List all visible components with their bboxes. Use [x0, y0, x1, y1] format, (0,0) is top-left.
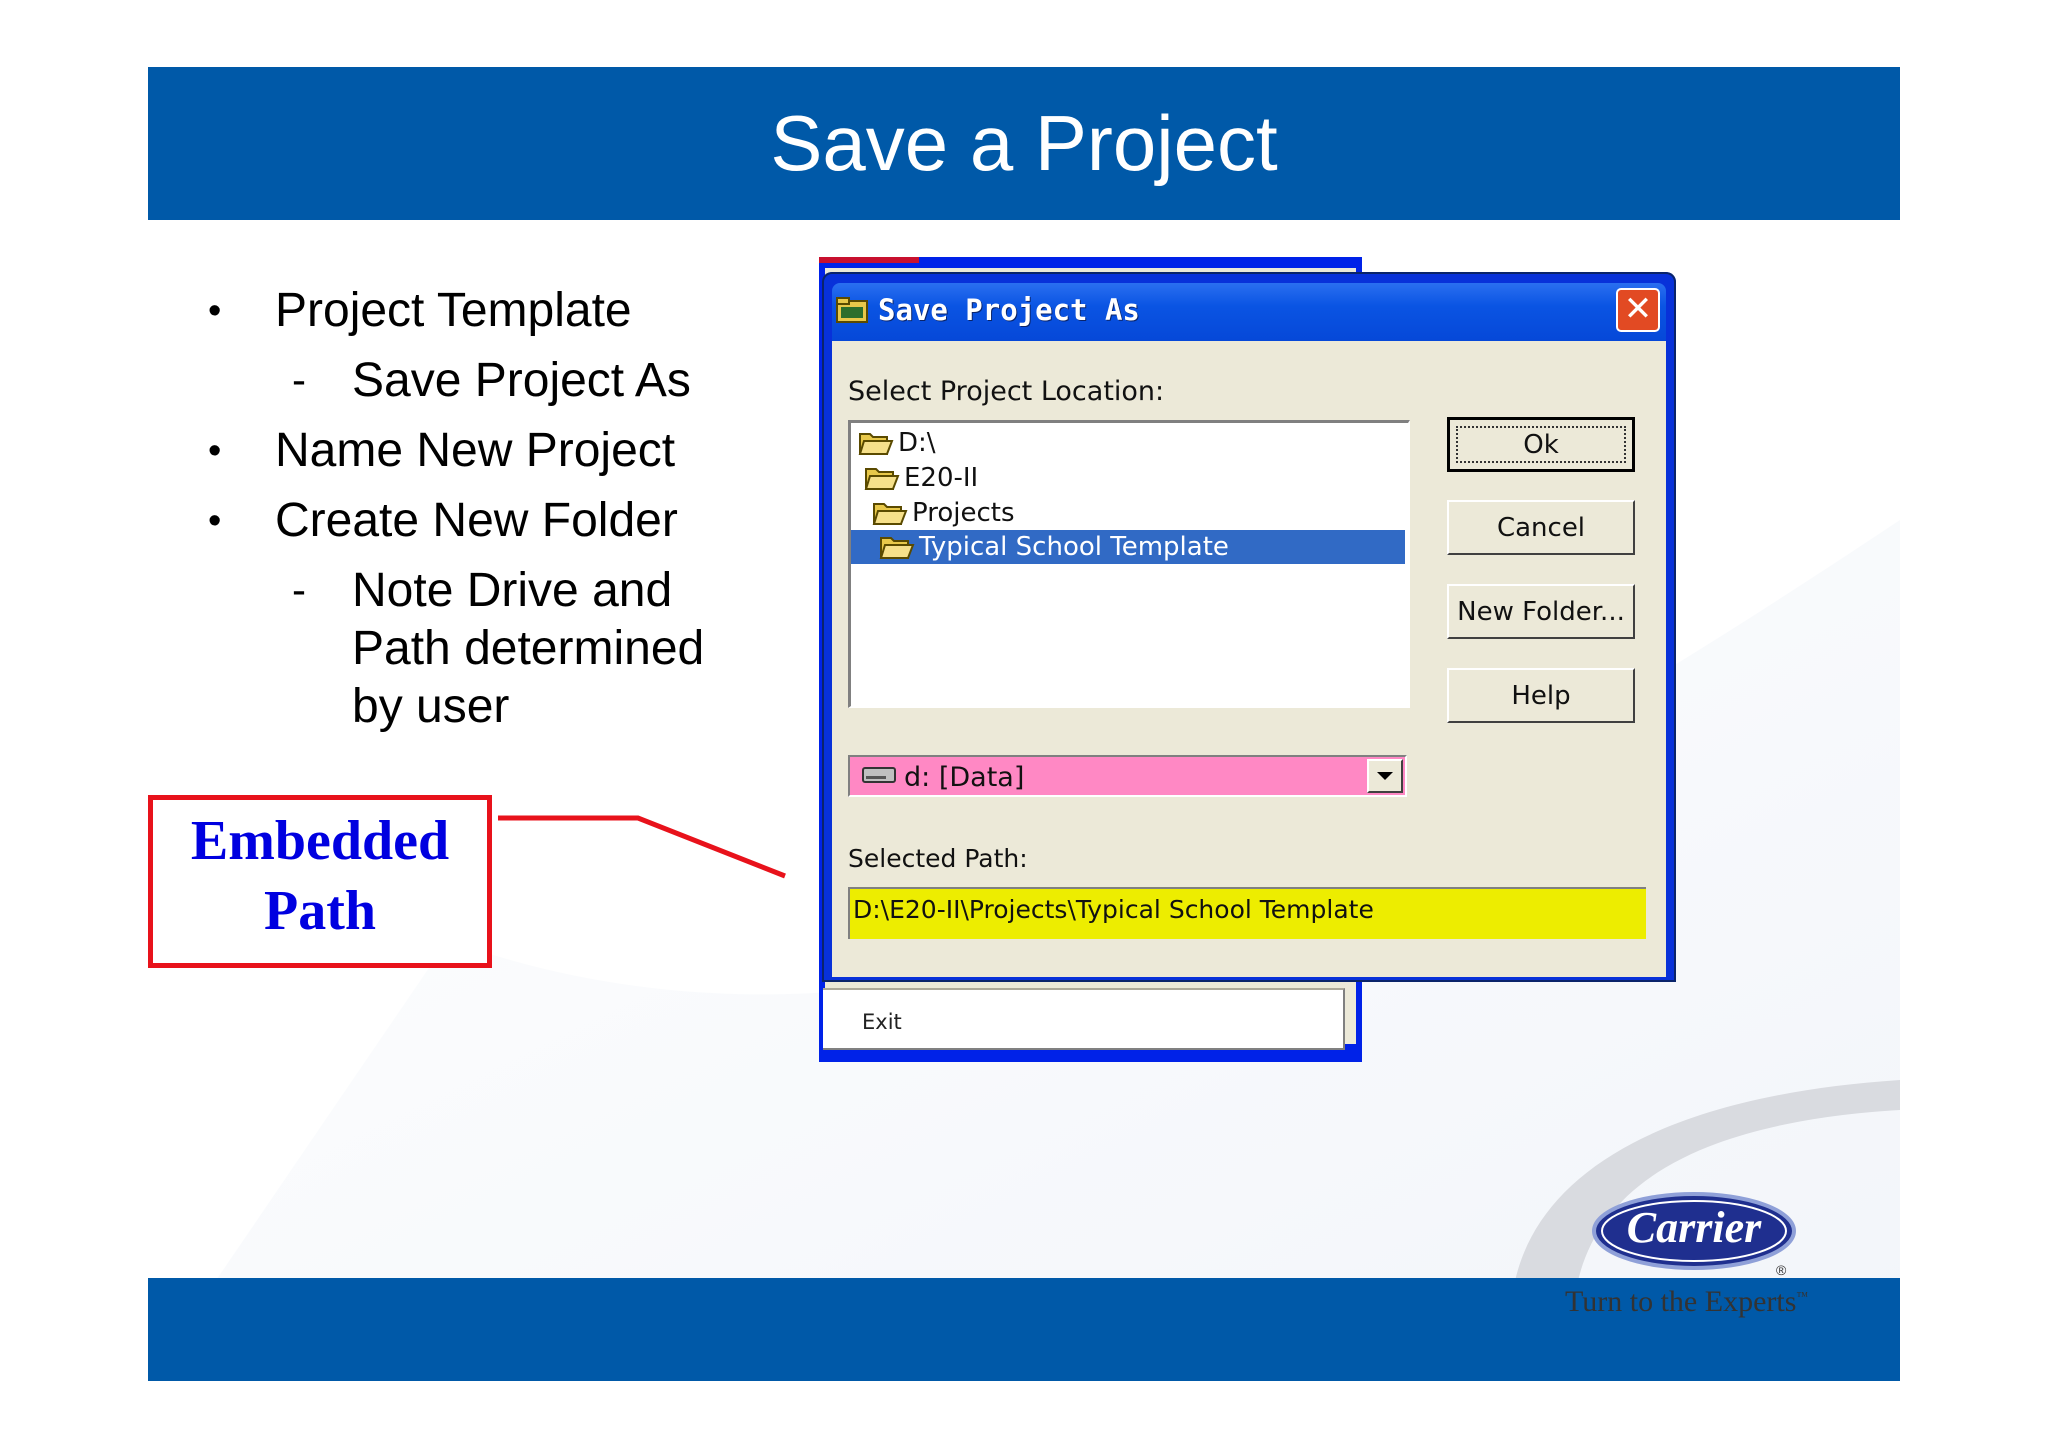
ok-button[interactable]: Ok — [1447, 417, 1635, 472]
cancel-button[interactable]: Cancel — [1447, 500, 1635, 555]
bullet-name-new-project: Name New Project — [275, 424, 676, 477]
callout-connector-line — [498, 815, 786, 879]
close-button[interactable]: ✕ — [1616, 288, 1660, 332]
open-folder-icon — [858, 433, 894, 455]
ok-focus-rect: Ok — [1456, 426, 1626, 463]
cancel-label: Cancel — [1496, 512, 1586, 543]
close-icon: ✕ — [1623, 289, 1653, 329]
tree-item-label: D:\ — [898, 428, 936, 458]
menu-item-exit[interactable]: Exit — [862, 1010, 902, 1034]
bullet-dash: - — [292, 356, 306, 403]
folder-icon — [836, 297, 868, 323]
bullet-dot: • — [208, 290, 222, 332]
tree-item-label: Typical School Template — [919, 532, 1229, 562]
background-window-accent — [819, 257, 919, 263]
tree-item-label: Projects — [912, 498, 1015, 528]
bullet-create-new-folder: Create New Folder — [275, 494, 678, 547]
bullet-note-line-1: Note Drive and — [352, 564, 673, 617]
new-folder-label: New Folder... — [1457, 596, 1625, 627]
bullet-dot: • — [208, 430, 222, 472]
callout-text: Embedded Path — [153, 806, 487, 946]
tree-item-typical-school-template[interactable]: Typical School Template — [851, 530, 1405, 564]
bullet-note-line-3: by user — [352, 680, 510, 733]
callout-line-1: Embedded — [190, 810, 450, 872]
drive-icon — [862, 767, 896, 783]
help-button[interactable]: Help — [1447, 668, 1635, 723]
selected-path-label: Selected Path: — [848, 844, 1028, 873]
dialog-title: Save Project As — [878, 293, 1140, 327]
bullet-dash: - — [292, 566, 306, 613]
chevron-down-icon — [1377, 772, 1393, 780]
tree-item-e20-ii[interactable]: E20-II — [864, 461, 978, 495]
registered-mark: ® — [1776, 1262, 1787, 1278]
bullet-dot: • — [208, 500, 222, 542]
new-folder-button[interactable]: New Folder... — [1447, 584, 1635, 639]
open-folder-icon — [864, 468, 900, 490]
trademark-mark: ™ — [1796, 1289, 1809, 1303]
bullet-project-template: Project Template — [275, 284, 632, 337]
logo-wordmark: Carrier — [1626, 1203, 1762, 1252]
bullet-save-project-as: Save Project As — [352, 354, 691, 407]
bullet-note-line-2: Path determined — [352, 622, 705, 675]
tree-item-d-drive[interactable]: D:\ — [858, 426, 936, 460]
slide-title: Save a Project — [770, 99, 1278, 187]
open-folder-icon — [879, 537, 915, 559]
tree-item-projects[interactable]: Projects — [872, 496, 1015, 530]
dropdown-arrow-button[interactable] — [1367, 759, 1403, 793]
ok-label: Ok — [1523, 429, 1559, 460]
help-label: Help — [1511, 680, 1571, 711]
drive-select-value: d: [Data] — [904, 762, 1025, 793]
logo-tagline: Turn to the Experts™ — [1565, 1285, 1808, 1319]
open-folder-icon — [872, 503, 908, 525]
location-label: Select Project Location: — [848, 376, 1165, 407]
selected-path-value: D:\E20-II\Projects\Typical School Templa… — [853, 895, 1374, 924]
tagline-text: Turn to the Experts — [1565, 1285, 1797, 1318]
callout-line-2: Path — [264, 880, 376, 942]
tree-item-label: E20-II — [904, 463, 979, 493]
